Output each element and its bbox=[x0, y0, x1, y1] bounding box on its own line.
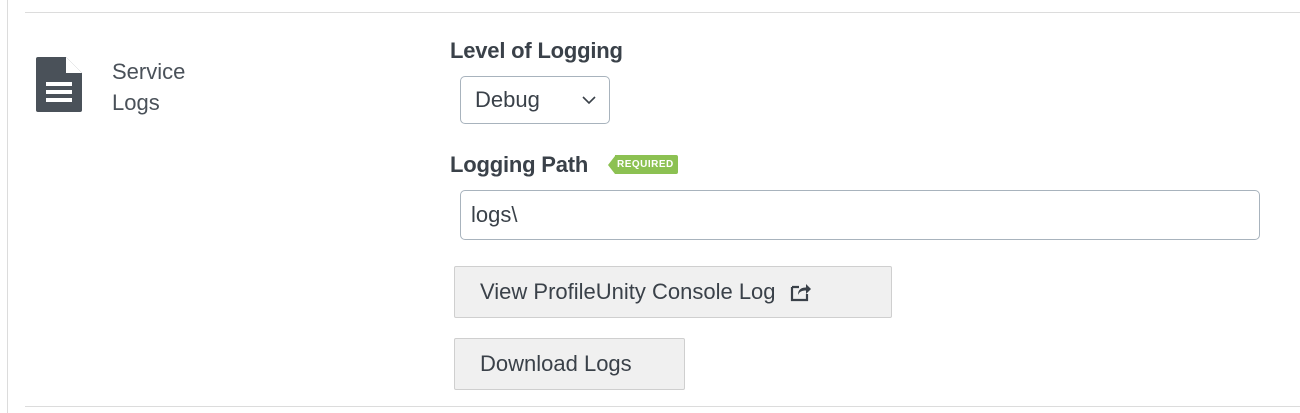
top-divider bbox=[25, 12, 1300, 13]
section-title-line1: Service bbox=[112, 59, 186, 84]
section-title: Service Logs bbox=[112, 56, 252, 118]
logging-level-selected-value: Debug bbox=[475, 87, 540, 112]
logging-path-input[interactable] bbox=[460, 190, 1260, 240]
required-badge: REQUIRED bbox=[608, 155, 678, 174]
service-logs-panel: Service Logs Level of Logging Debug Logg… bbox=[7, 0, 1300, 413]
logging-level-label: Level of Logging bbox=[450, 38, 623, 63]
chevron-down-icon bbox=[582, 96, 596, 105]
download-logs-label: Download Logs bbox=[480, 351, 632, 376]
view-console-log-label: View ProfileUnity Console Log bbox=[480, 279, 776, 304]
section-title-line2: Logs bbox=[112, 90, 160, 115]
view-console-log-button[interactable]: View ProfileUnity Console Log bbox=[454, 266, 892, 318]
download-logs-button[interactable]: Download Logs bbox=[454, 338, 685, 390]
logging-path-label: Logging Path bbox=[450, 152, 589, 177]
logging-level-select[interactable]: Debug bbox=[460, 76, 610, 124]
bottom-divider bbox=[25, 406, 1300, 407]
external-link-icon bbox=[790, 284, 811, 302]
document-icon bbox=[36, 57, 82, 112]
required-badge-text: REQUIRED bbox=[615, 155, 678, 174]
required-badge-arrow bbox=[608, 155, 615, 174]
